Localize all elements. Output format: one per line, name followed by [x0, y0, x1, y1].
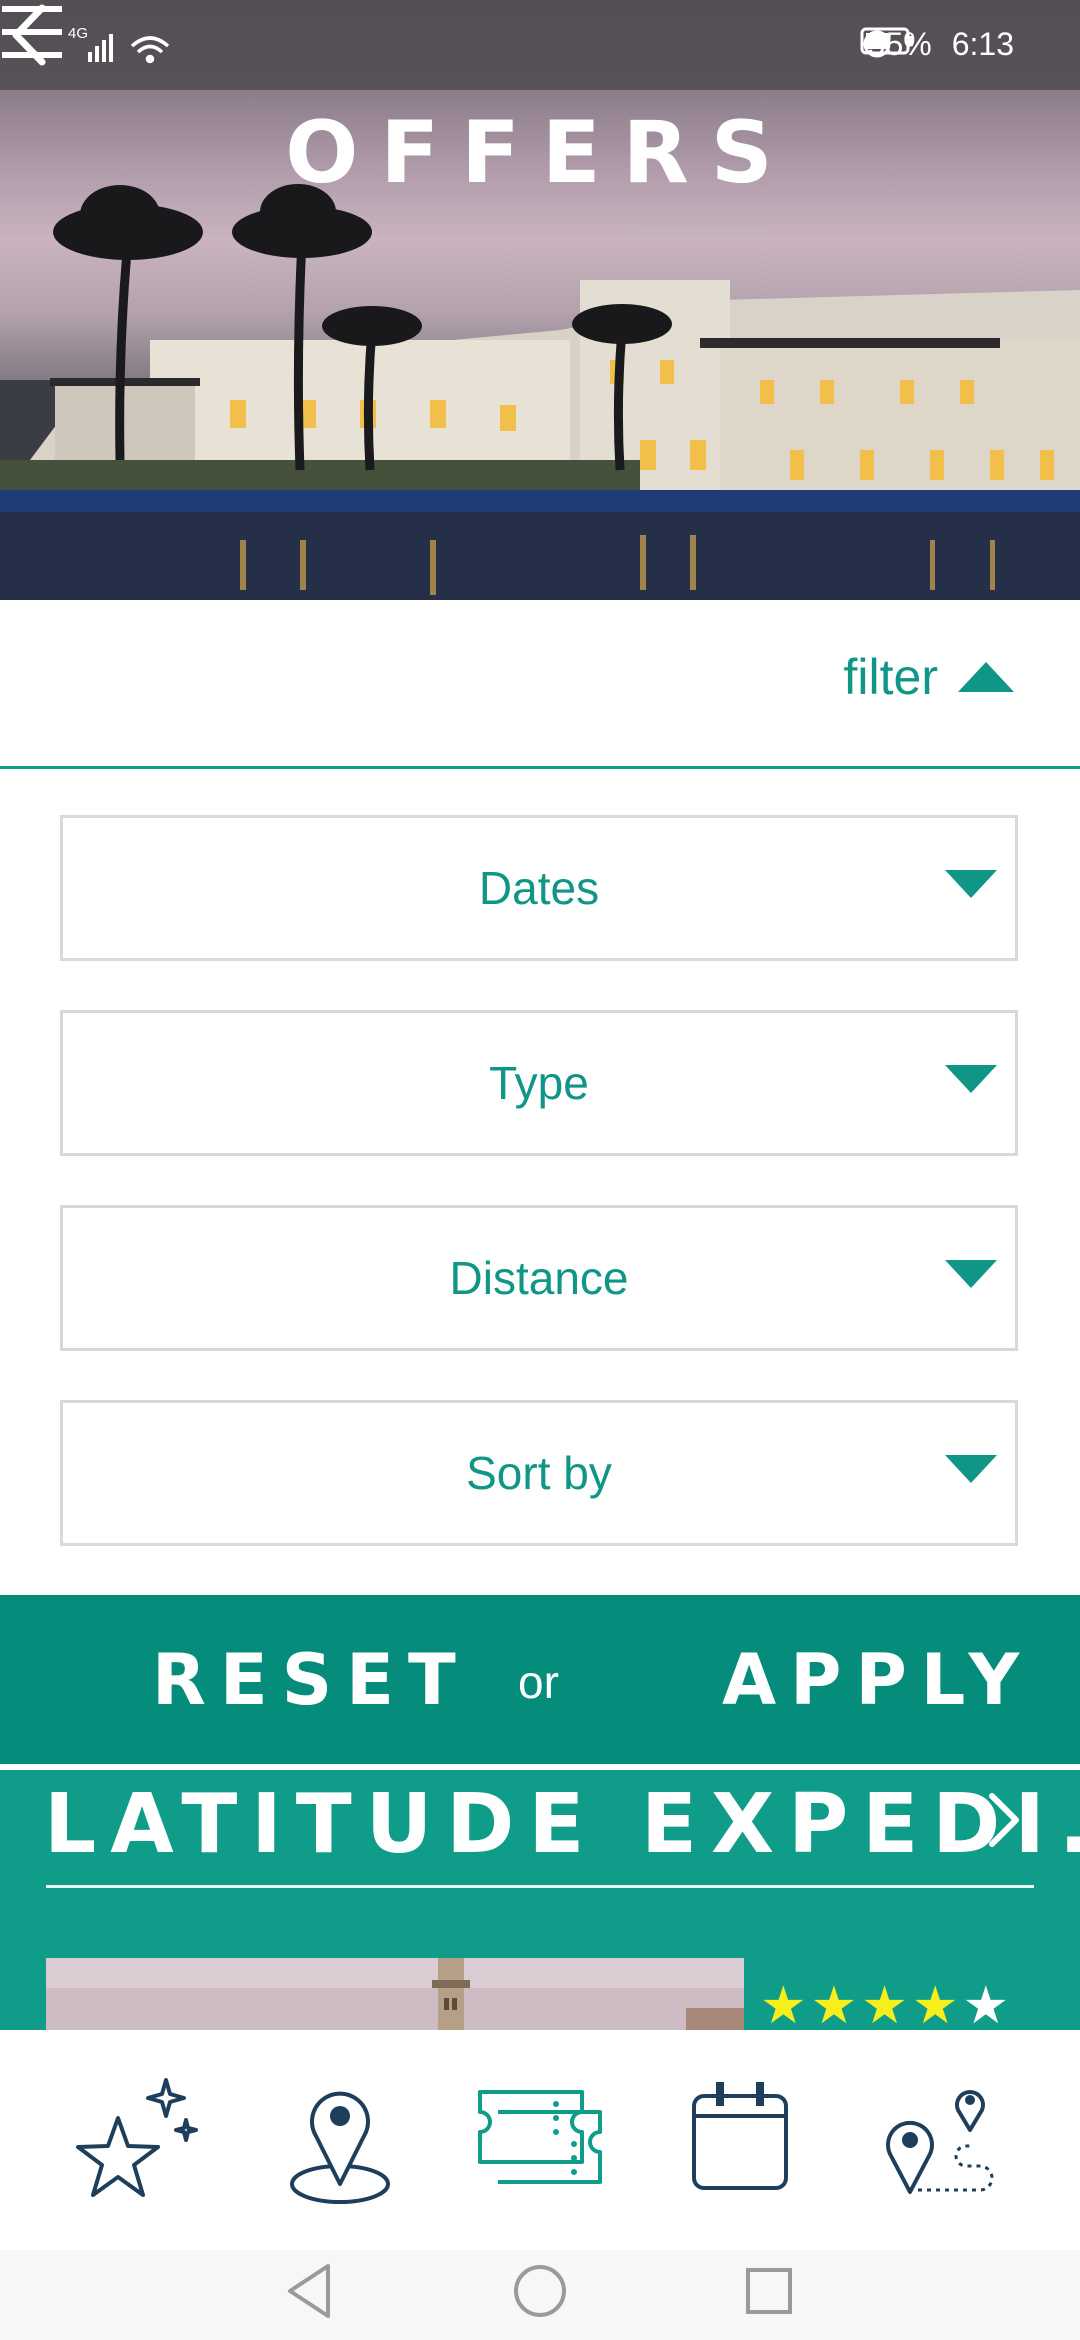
offer-title[interactable]: LATITUDE EXPEDI...	[44, 1770, 1080, 1880]
offer-thumbnail[interactable]	[46, 1958, 744, 2030]
apply-button[interactable]: APPLY	[722, 1635, 1033, 1725]
dropdown-label: Type	[489, 1057, 589, 1109]
star-outline-icon: ★	[962, 1977, 1010, 2030]
hamburger-menu-icon	[2, 6, 62, 58]
bottom-navigation	[0, 2030, 1080, 2250]
filter-action-bar: RESET or APPLY	[0, 1595, 1080, 1764]
offer-card[interactable]: LATITUDE EXPEDI... ★ ★ ★ ★ ★	[0, 1770, 1080, 2030]
star-filled-icon: ★	[861, 1977, 908, 2030]
filter-toggle[interactable]: filter	[844, 648, 1016, 706]
caret-down-icon	[945, 1260, 997, 1288]
nav-stars-icon[interactable]	[66, 2064, 206, 2214]
back-triangle-icon[interactable]	[282, 2260, 338, 2322]
offer-divider	[46, 1885, 1034, 1888]
filter-label: filter	[843, 649, 938, 705]
chevron-right-icon[interactable]	[984, 1790, 1024, 1850]
star-filled-icon: ★	[911, 1977, 959, 2030]
filter-bar: filter	[0, 600, 1080, 769]
reset-button[interactable]: RESET	[152, 1635, 470, 1725]
status-right: 55% 6:13	[860, 26, 1014, 63]
nav-route-icon[interactable]	[870, 2064, 1010, 2214]
rating-stars: ★ ★ ★ ★ ★	[760, 1980, 1013, 2030]
dropdown-label: Dates	[478, 862, 600, 914]
signal-icon	[88, 34, 113, 62]
resort-photo	[0, 184, 1080, 600]
nav-map-pin-icon[interactable]	[270, 2064, 410, 2214]
star-filled-icon: ★	[810, 1977, 858, 2030]
wifi-icon	[130, 36, 170, 64]
star-filled-icon: ★	[760, 1977, 807, 2030]
caret-down-icon	[945, 1065, 997, 1093]
recents-square-icon[interactable]	[742, 2260, 798, 2322]
network-type-label: 4G	[68, 25, 88, 42]
or-separator: or	[518, 1656, 559, 1708]
battery-icon	[860, 27, 913, 55]
hero-image: 4G 55% 6:13 OFFERS	[0, 0, 1080, 600]
caret-down-icon	[945, 1455, 997, 1483]
distance-dropdown[interactable]: Distance	[60, 1205, 1018, 1351]
nav-calendar-icon[interactable]	[670, 2064, 810, 2214]
caret-down-icon	[945, 870, 997, 898]
type-dropdown[interactable]: Type	[60, 1010, 1018, 1156]
menu-button[interactable]	[0, 0, 64, 64]
triangle-up-icon	[958, 662, 1014, 692]
dropdown-label: Sort by	[466, 1447, 612, 1499]
clock: 6:13	[951, 26, 1014, 62]
sort-by-dropdown[interactable]: Sort by	[60, 1400, 1018, 1546]
dates-dropdown[interactable]: Dates	[60, 815, 1018, 961]
page-title: OFFERS	[285, 103, 795, 203]
system-navigation-bar	[0, 2250, 1080, 2340]
home-circle-icon[interactable]	[510, 2260, 570, 2322]
status-bar: 4G 55% 6:13	[0, 0, 1080, 90]
dropdown-label: Distance	[449, 1252, 629, 1304]
nav-tickets-icon[interactable]	[470, 2064, 610, 2214]
